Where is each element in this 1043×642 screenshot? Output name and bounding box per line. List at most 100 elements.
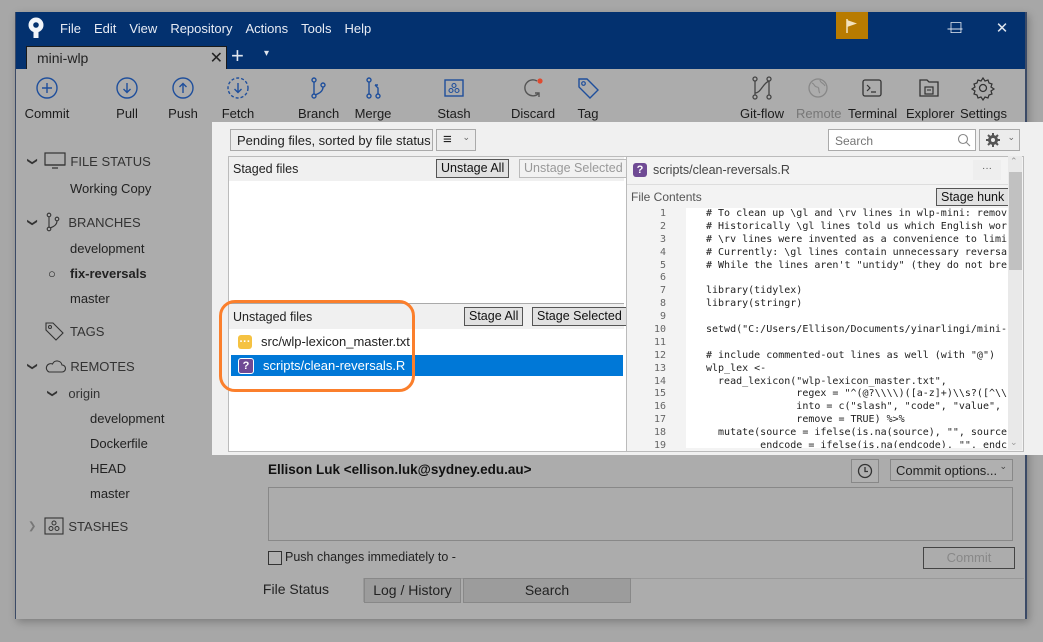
- notification-flag-button[interactable]: [836, 12, 868, 39]
- sidebar-branch-master[interactable]: master: [70, 291, 110, 306]
- tag-button[interactable]: Tag: [574, 75, 602, 121]
- terminal-icon: [862, 79, 882, 97]
- pull-icon: [116, 77, 138, 99]
- code-line: # \rv lines were invented as a convenien…: [706, 233, 1008, 245]
- pull-button[interactable]: Pull: [112, 75, 142, 121]
- title-bar: File Edit View Repository Actions Tools …: [16, 12, 1025, 44]
- branch-button[interactable]: Branch: [298, 75, 339, 121]
- menu-tools[interactable]: Tools: [301, 21, 331, 36]
- chevron-right-icon[interactable]: ❯: [28, 521, 36, 532]
- close-tab-icon[interactable]: ✕: [210, 48, 223, 68]
- sort-dropdown[interactable]: Pending files, sorted by file status ⌄: [230, 129, 433, 151]
- sidebar-remote-branch-master[interactable]: master: [90, 486, 130, 501]
- menu-edit[interactable]: Edit: [94, 21, 116, 36]
- search-icon: [957, 133, 971, 147]
- commit-history-button[interactable]: [851, 459, 879, 483]
- chevron-down-icon[interactable]: ❯: [27, 157, 38, 165]
- sidebar-remote-branch-development[interactable]: development: [90, 411, 164, 426]
- commit-icon: [36, 77, 58, 99]
- merge-button[interactable]: Merge: [353, 75, 393, 121]
- push-immediately-checkbox[interactable]: [268, 551, 282, 565]
- stage-hunk-button[interactable]: Stage hunk: [936, 188, 1010, 206]
- sidebar-branch-current-marker: ○: [48, 266, 56, 281]
- settings-dropdown[interactable]: ⌄: [979, 129, 1020, 151]
- unstage-selected-button[interactable]: Unstage Selected: [519, 159, 628, 178]
- discard-button[interactable]: Discard: [511, 75, 555, 121]
- terminal-button[interactable]: Terminal: [848, 75, 897, 121]
- new-tab-button[interactable]: +: [231, 43, 244, 69]
- code-line: setwd("C:/Users/Ellison/Documents/yinarl…: [706, 324, 1008, 336]
- repo-tab[interactable]: mini-wlp ✕: [26, 46, 227, 70]
- sidebar: ❯ FILE STATUS Working Copy ❯ BRANCHES de…: [16, 127, 213, 619]
- chevron-down-icon[interactable]: ❯: [47, 389, 58, 397]
- stash-icon: [44, 517, 64, 535]
- sidebar-item-working-copy[interactable]: Working Copy: [70, 181, 151, 196]
- settings-button[interactable]: Settings: [960, 75, 1007, 121]
- tab-list-dropdown[interactable]: ▾: [264, 48, 269, 59]
- sidebar-remote-origin[interactable]: ❯ origin: [47, 386, 100, 401]
- scroll-down-icon[interactable]: ⌄: [1010, 437, 1018, 448]
- line-number: 5: [659, 259, 666, 271]
- chevron-down-icon[interactable]: ❯: [27, 218, 38, 226]
- commit-options-dropdown[interactable]: Commit options... ⌄: [890, 459, 1013, 481]
- maximize-button[interactable]: ☐: [933, 12, 979, 44]
- push-button[interactable]: Push: [166, 75, 200, 121]
- sidebar-remotes-header[interactable]: ❯ REMOTES: [27, 358, 135, 374]
- code-line: # include commented-out lines as well (w…: [706, 349, 995, 361]
- remotes-label: REMOTES: [70, 358, 135, 374]
- diff-scroll-thumb[interactable]: [1009, 172, 1022, 270]
- code-line: regex = "^(@?\\\\)([a-z]+)\\s?([^\\: [706, 388, 1008, 400]
- code-line: wlp_lex <-: [706, 362, 767, 374]
- file-contents-label: File Contents: [631, 190, 702, 204]
- sidebar-stashes-header[interactable]: ❯ STASHES: [28, 517, 128, 535]
- sidebar-remote-branch-dockerfile[interactable]: Dockerfile: [90, 436, 148, 451]
- search-box[interactable]: [828, 129, 976, 151]
- remote-button[interactable]: Remote: [796, 75, 842, 121]
- tab-log-history[interactable]: Log / History: [364, 578, 461, 603]
- menu-actions[interactable]: Actions: [245, 21, 288, 36]
- fetch-button[interactable]: Fetch: [220, 75, 256, 121]
- line-number: 9: [659, 311, 666, 323]
- menu-help[interactable]: Help: [344, 21, 371, 36]
- sidebar-file-status-header[interactable]: ❯ FILE STATUS: [27, 152, 151, 170]
- stage-all-button[interactable]: Stage All: [464, 307, 524, 326]
- scroll-up-icon[interactable]: ⌃: [1010, 156, 1018, 167]
- code-view[interactable]: # To clean up \gl and \rv lines in wlp-m…: [686, 208, 1008, 448]
- stashes-label: STASHES: [68, 518, 129, 534]
- commit-message-input[interactable]: [268, 487, 1013, 541]
- close-window-button[interactable]: ✕: [979, 12, 1025, 44]
- sidebar-tags-header[interactable]: TAGS: [44, 321, 104, 341]
- explorer-button[interactable]: Explorer: [906, 75, 954, 121]
- commit-submit-button[interactable]: Commit: [923, 547, 1015, 569]
- staged-files-label: Staged files: [233, 162, 299, 176]
- tab-search[interactable]: Search: [463, 578, 631, 603]
- sidebar-branch-development[interactable]: development: [70, 241, 144, 256]
- diff-file-header: ? scripts/clean-reversals.R ···: [627, 157, 1008, 185]
- sourcetree-logo-icon: [28, 17, 44, 38]
- commit-author: Ellison Luk <ellison.luk@sydney.edu.au>: [268, 462, 532, 477]
- commit-button[interactable]: Commit: [24, 75, 70, 121]
- chevron-down-icon[interactable]: ❯: [27, 362, 38, 370]
- unstaged-file-row-selected[interactable]: ? scripts/clean-reversals.R: [231, 355, 623, 376]
- unstage-all-button[interactable]: Unstage All: [436, 159, 510, 178]
- stage-selected-button[interactable]: Stage Selected: [532, 307, 627, 326]
- menu-view[interactable]: View: [129, 21, 157, 36]
- menu-file[interactable]: File: [60, 21, 81, 36]
- search-input[interactable]: [833, 131, 955, 151]
- sidebar-branches-header[interactable]: ❯ BRANCHES: [27, 212, 141, 232]
- gear-icon: [986, 133, 1000, 147]
- view-mode-dropdown[interactable]: ≡ ⌄: [436, 129, 476, 151]
- tab-file-status[interactable]: File Status: [229, 578, 364, 602]
- menu-repository[interactable]: Repository: [170, 21, 232, 36]
- more-options-button[interactable]: ···: [973, 160, 1001, 180]
- unstaged-file-row[interactable]: ··· src/wlp-lexicon_master.txt: [231, 331, 623, 352]
- sidebar-branch-fix-reversals[interactable]: fix-reversals: [70, 266, 147, 281]
- fetch-icon: [227, 77, 249, 99]
- line-number-gutter: 1 2 3 4 5 6 7 8 9 10 11 12 13 14 15 16 17 18 19: [628, 208, 687, 448]
- stash-button[interactable]: Stash: [436, 75, 472, 121]
- git-flow-button[interactable]: Git-flow: [739, 75, 785, 121]
- clock-icon: [857, 463, 873, 479]
- sidebar-remote-branch-head[interactable]: HEAD: [90, 461, 126, 476]
- git-flow-icon: [752, 76, 772, 100]
